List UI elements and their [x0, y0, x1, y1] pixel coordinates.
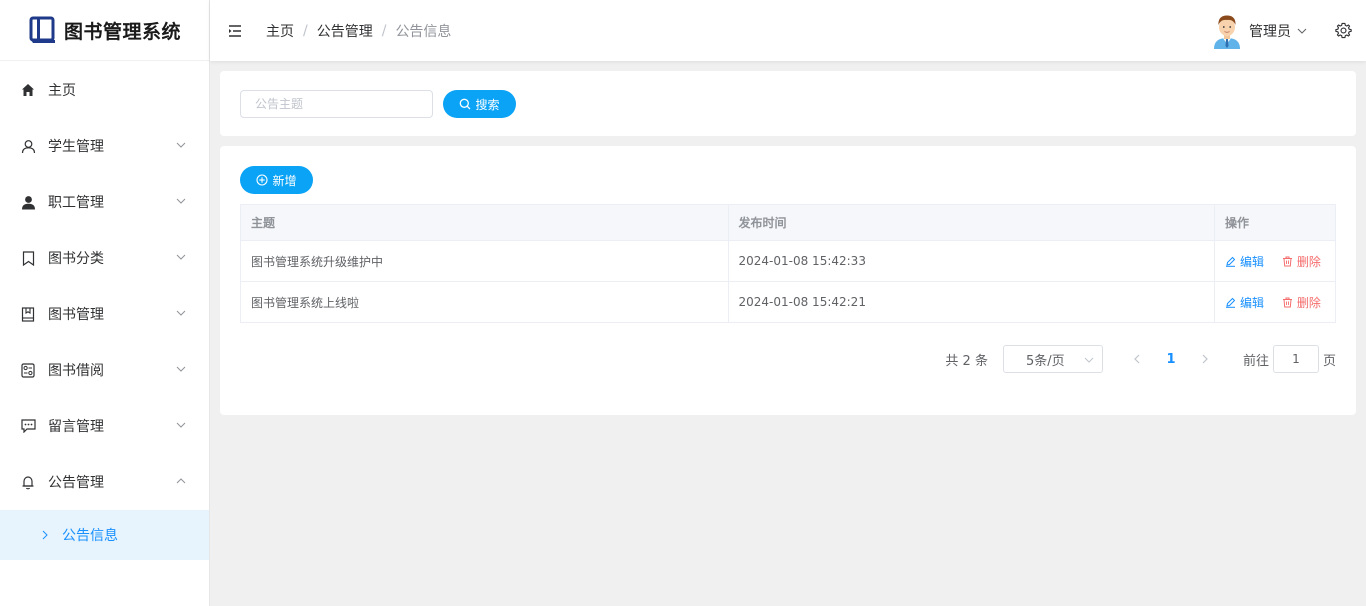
- sidebar-item-students[interactable]: 学生管理: [0, 118, 209, 174]
- delete-label: 删除: [1296, 254, 1321, 269]
- table-row: 图书管理系统升级维护中 2024-01-08 15:42:33 编辑 删除: [240, 240, 1336, 282]
- chevron-down-icon[interactable]: [1297, 26, 1307, 36]
- sidebar: 图书管理系统 主页 学生管理 职工管理 图书分类 图书管理 图书借阅 留言管理 …: [0, 0, 210, 606]
- chevron-down-icon: [1084, 357, 1094, 363]
- page-number-current[interactable]: 1: [1151, 352, 1191, 367]
- search-icon: [460, 98, 471, 110]
- delete-icon: [1282, 297, 1292, 307]
- tickets-icon: [20, 362, 36, 378]
- breadcrumb-separator: /: [381, 22, 387, 39]
- user-icon: [20, 138, 36, 154]
- sidebar-item-label: 职工管理: [48, 195, 104, 211]
- sidebar-item-label: 图书分类: [48, 251, 104, 267]
- edit-button[interactable]: 编辑: [1225, 253, 1264, 270]
- chevron-right-icon: [1202, 354, 1208, 364]
- chevron-down-icon: [176, 198, 186, 204]
- sidebar-item-label: 主页: [48, 83, 76, 99]
- cell-title: 图书管理系统上线啦: [240, 281, 729, 323]
- goto-page-input[interactable]: [1272, 345, 1319, 373]
- bell-icon: [20, 474, 36, 490]
- column-header-time: 发布时间: [728, 204, 1216, 241]
- prev-page-button[interactable]: [1123, 345, 1151, 373]
- chevron-left-icon: [1134, 354, 1140, 364]
- edit-label: 编辑: [1240, 254, 1265, 269]
- edit-icon: [1226, 256, 1236, 267]
- announcement-table: 主题 发布时间 操作 图书管理系统升级维护中 2024-01-08 15:42:…: [240, 204, 1336, 323]
- page-size-select[interactable]: 5条/页: [1002, 345, 1103, 373]
- chevron-down-icon: [176, 254, 186, 260]
- pagination-total: 共 2 条: [945, 353, 988, 369]
- next-page-button[interactable]: [1191, 345, 1219, 373]
- add-button[interactable]: 新增: [240, 166, 313, 194]
- avatar[interactable]: [1211, 13, 1243, 49]
- sidebar-subitem-announcement-info[interactable]: 公告信息: [0, 510, 209, 560]
- table-header-row: 主题 发布时间 操作: [240, 204, 1336, 241]
- delete-button[interactable]: 删除: [1282, 294, 1321, 311]
- sidebar-item-categories[interactable]: 图书分类: [0, 230, 209, 286]
- chevron-down-icon: [176, 310, 186, 316]
- cell-actions: 编辑 删除: [1214, 240, 1336, 282]
- delete-icon: [1282, 256, 1292, 266]
- notebook-icon: [20, 306, 36, 322]
- gear-icon[interactable]: [1335, 22, 1352, 39]
- page-size-value: 5条/页: [1025, 353, 1065, 369]
- sidebar-item-announcements[interactable]: 公告管理: [0, 454, 209, 510]
- breadcrumb-separator: /: [303, 22, 308, 39]
- fold-menu-icon[interactable]: [228, 24, 242, 38]
- sidebar-item-label: 图书借阅: [48, 363, 104, 379]
- sidebar-item-home[interactable]: 主页: [0, 62, 209, 118]
- user-filled-icon: [20, 194, 36, 210]
- announcement-topic-input[interactable]: [240, 90, 433, 118]
- edit-icon: [1226, 297, 1236, 308]
- sidebar-item-label: 图书管理: [48, 307, 104, 323]
- sidebar-item-books[interactable]: 图书管理: [0, 286, 209, 342]
- app-title: 图书管理系统: [63, 20, 181, 43]
- delete-button[interactable]: 删除: [1282, 253, 1321, 270]
- sidebar-item-label: 公告管理: [48, 475, 104, 491]
- edit-button[interactable]: 编辑: [1225, 294, 1264, 311]
- home-icon: [20, 82, 36, 98]
- cell-time: 2024-01-08 15:42:21: [728, 281, 1216, 323]
- user-area: 管理员: [1211, 0, 1352, 61]
- circle-plus-icon: [256, 174, 269, 186]
- pagination: 共 2 条 5条/页 1 前往 页: [945, 345, 1336, 373]
- table-panel: 新增 主题 发布时间 操作 图书管理系统升级维护中 2024-01-08 15:…: [220, 146, 1356, 415]
- cell-actions: 编辑 删除: [1214, 281, 1336, 323]
- chevron-down-icon: [176, 422, 186, 428]
- breadcrumb-home[interactable]: 主页: [266, 21, 294, 41]
- top-header: 主页 / 公告管理 / 公告信息 管理员: [210, 0, 1366, 61]
- chevron-down-icon: [176, 142, 186, 148]
- breadcrumb-current: 公告信息: [395, 23, 452, 40]
- column-header-title: 主题: [240, 204, 729, 241]
- book-logo-icon: [29, 16, 55, 43]
- column-header-actions: 操作: [1214, 204, 1336, 241]
- goto-label: 前往: [1242, 353, 1269, 369]
- breadcrumb-announcements[interactable]: 公告管理: [317, 21, 373, 41]
- sidebar-item-messages[interactable]: 留言管理: [0, 398, 209, 454]
- user-name[interactable]: 管理员: [1249, 21, 1291, 41]
- breadcrumb: 主页 / 公告管理 / 公告信息: [266, 21, 451, 41]
- chevron-down-icon: [176, 366, 186, 372]
- chevron-up-icon: [176, 478, 186, 484]
- sidebar-item-label: 留言管理: [48, 419, 104, 435]
- logo: 图书管理系统: [0, 0, 209, 61]
- chevron-right-icon: [42, 530, 48, 540]
- bookmark-icon: [20, 250, 36, 266]
- sidebar-item-borrowing[interactable]: 图书借阅: [0, 342, 209, 398]
- sidebar-subitem-label: 公告信息: [62, 528, 118, 544]
- table-row: 图书管理系统上线啦 2024-01-08 15:42:21 编辑 删除: [240, 281, 1336, 323]
- search-button[interactable]: 搜索: [443, 90, 516, 118]
- search-button-label: 搜索: [475, 97, 500, 112]
- add-button-label: 新增: [272, 173, 297, 188]
- cell-title: 图书管理系统升级维护中: [240, 240, 729, 282]
- sidebar-item-staff[interactable]: 职工管理: [0, 174, 209, 230]
- delete-label: 删除: [1296, 295, 1321, 310]
- page-suffix: 页: [1322, 353, 1336, 369]
- chat-dot-icon: [20, 418, 36, 434]
- edit-label: 编辑: [1240, 295, 1265, 310]
- search-panel: 搜索: [220, 71, 1356, 136]
- cell-time: 2024-01-08 15:42:33: [728, 240, 1216, 282]
- sidebar-item-label: 学生管理: [48, 139, 104, 155]
